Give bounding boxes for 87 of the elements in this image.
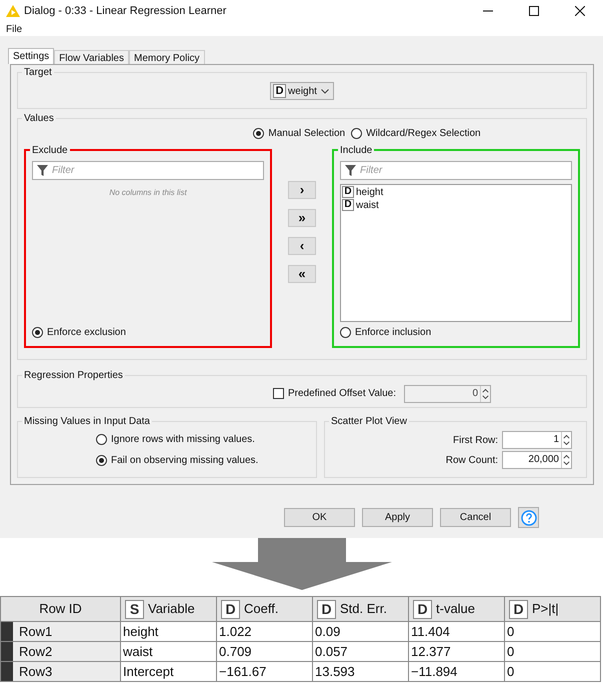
spin-arrows-icon [561, 452, 571, 468]
menu-item[interactable]: File [6, 22, 22, 36]
column-header[interactable]: D P>|t| [504, 596, 600, 622]
column-header[interactable]: S Variable [120, 596, 216, 622]
table-cell: Intercept [120, 662, 216, 682]
column-dropdown[interactable]: D weight [270, 82, 334, 100]
filter-icon [37, 164, 48, 176]
spinner-field: 0 [404, 384, 492, 403]
tab[interactable]: Settings [8, 48, 54, 64]
radio-label: Enforce exclusion [47, 326, 126, 340]
close-icon [575, 6, 585, 16]
spinner-field[interactable]: 20,000 [502, 451, 572, 469]
type-badge: D [273, 84, 286, 98]
empty-list-message: No columns in this list [108, 186, 188, 199]
group-title: Regression Properties [23, 369, 124, 384]
table-cell: 13.593 [312, 662, 408, 682]
radio-button[interactable] [351, 128, 362, 140]
table-cell: 0.057 [312, 642, 408, 662]
row-header: Row3 [0, 662, 120, 682]
group-title: Values [23, 112, 55, 126]
radio-button[interactable] [32, 327, 43, 338]
window-title: Dialog - 0:33 - Linear Regression Learner [24, 4, 226, 19]
field-label: Row Count: [446, 454, 498, 468]
type-badge: D [413, 600, 432, 618]
help-icon [520, 510, 536, 526]
radio-button[interactable] [253, 128, 264, 140]
group-title: Target [23, 66, 53, 80]
maximize-icon [529, 6, 539, 16]
checkbox-label: Predefined Offset Value: [288, 387, 396, 402]
field-label: First Row: [453, 434, 498, 448]
type-badge: D [509, 600, 528, 618]
column-header[interactable]: D t-value [408, 596, 504, 622]
table-cell: 0 [504, 622, 600, 642]
radio-button[interactable] [340, 327, 351, 338]
table-cell: 11.404 [408, 622, 504, 642]
button[interactable]: Apply [362, 508, 433, 527]
column-header[interactable]: D Std. Err. [312, 596, 408, 622]
table-cell: 0.709 [216, 642, 312, 662]
table-cell: 12.377 [408, 642, 504, 662]
table-cell: −11.894 [408, 662, 504, 682]
type-badge: D [317, 600, 336, 618]
table-cell: height [120, 622, 216, 642]
radio-button[interactable] [96, 455, 107, 466]
tab[interactable]: Flow Variables [54, 50, 129, 64]
table-cell: 0 [504, 662, 600, 682]
table-cell: 0 [504, 642, 600, 662]
spin-arrows-icon [561, 432, 571, 448]
radio-label: Manual Selection [268, 127, 346, 142]
group-title: Exclude [31, 144, 69, 158]
radio-label: Ignore rows with missing values. [111, 433, 255, 447]
radio-label: Fail on observing missing values. [111, 454, 258, 468]
table-cell: waist [120, 642, 216, 662]
move-button[interactable]: › [288, 180, 316, 199]
placeholder-text: Filter [52, 164, 74, 178]
button[interactable]: OK [284, 508, 355, 527]
list-item[interactable]: waist [356, 198, 379, 213]
radio-label: Wildcard/Regex Selection [366, 127, 481, 142]
table-cell: −161.67 [216, 662, 312, 682]
type-badge: S [125, 600, 144, 618]
move-button[interactable]: » [288, 208, 316, 227]
type-badge: D [342, 199, 354, 212]
type-badge: D [221, 600, 240, 618]
button[interactable]: Cancel [440, 508, 511, 527]
type-badge: D [342, 186, 354, 198]
table-cell: 0.09 [312, 622, 408, 642]
placeholder-text: Filter [360, 164, 382, 178]
move-button[interactable]: « [288, 264, 316, 283]
group-title: Include [339, 144, 374, 158]
column-header[interactable]: D Coeff. [216, 596, 312, 622]
list-item[interactable]: height [356, 184, 384, 200]
group-title: Scatter Plot View [330, 415, 408, 429]
spinner-field[interactable]: 1 [502, 431, 572, 449]
dropdown-value: weight [288, 84, 317, 98]
app-icon [6, 5, 20, 17]
radio-button[interactable] [96, 434, 107, 445]
tab[interactable]: Memory Policy [128, 50, 205, 64]
move-button[interactable]: ‹ [288, 236, 316, 255]
row-header: Row2 [0, 642, 120, 662]
radio-label: Enforce inclusion [355, 326, 432, 340]
row-header: Row1 [0, 622, 120, 642]
column-header[interactable]: Row ID [0, 596, 120, 622]
table-cell: 1.022 [216, 622, 312, 642]
spin-arrows-icon [480, 386, 490, 402]
filter-icon [345, 164, 356, 176]
group-title: Missing Values in Input Data [23, 415, 151, 429]
help-button[interactable] [518, 507, 539, 528]
chevron-down-icon [320, 88, 329, 94]
